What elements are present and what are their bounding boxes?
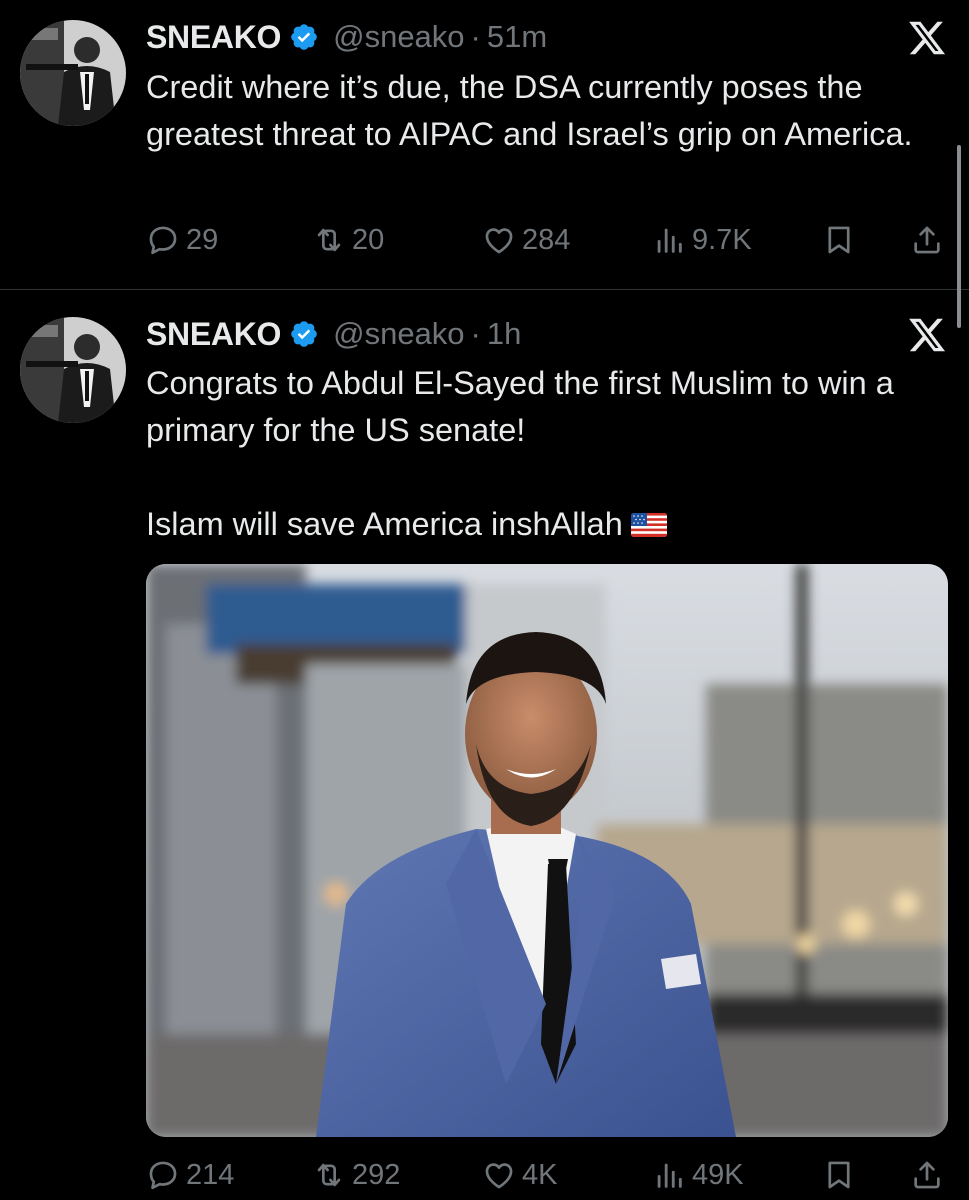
tweet-photo[interactable] xyxy=(146,564,948,1137)
retweet-count: 20 xyxy=(352,223,385,256)
retweet-icon xyxy=(312,1158,346,1192)
views-button[interactable]: 49K xyxy=(652,1153,744,1197)
share-icon xyxy=(910,223,944,257)
views-icon xyxy=(652,1158,686,1192)
like-button[interactable]: 4K xyxy=(482,1153,557,1197)
timestamp[interactable]: 1h xyxy=(487,316,521,352)
retweet-button[interactable]: 20 xyxy=(312,218,384,262)
share-button[interactable] xyxy=(910,1153,944,1197)
bookmark-button[interactable] xyxy=(822,218,856,262)
tweet-paragraph: Credit where it’s due, the DSA currently… xyxy=(146,69,913,152)
views-count: 9.7K xyxy=(692,223,752,256)
handle[interactable]: @sneako xyxy=(333,19,464,55)
tweet-paragraph-text: Islam will save America inshAllah xyxy=(146,506,623,542)
bookmark-icon xyxy=(822,1158,856,1192)
tweet[interactable]: SNEAKO @sneako · 1h Congrats to Abdul El… xyxy=(0,291,969,1200)
like-button[interactable]: 284 xyxy=(482,218,570,262)
x-logo-icon xyxy=(907,18,947,58)
retweet-icon xyxy=(312,223,346,257)
scrollbar[interactable] xyxy=(957,145,961,328)
retweet-button[interactable]: 292 xyxy=(312,1153,400,1197)
tweet-divider xyxy=(0,289,969,290)
reply-count: 29 xyxy=(186,223,219,256)
tweet-header: SNEAKO @sneako · 1h xyxy=(146,314,521,354)
verified-badge-icon xyxy=(289,319,319,349)
bookmark-icon xyxy=(822,223,856,257)
x-logo-icon xyxy=(907,315,947,355)
heart-icon xyxy=(482,1158,516,1192)
views-button[interactable]: 9.7K xyxy=(652,218,752,262)
tweet-header: SNEAKO @sneako · 51m xyxy=(146,17,547,57)
tweet[interactable]: SNEAKO @sneako · 51m Credit where it’s d… xyxy=(0,0,969,290)
display-name[interactable]: SNEAKO xyxy=(146,316,281,353)
tweet-paragraph: Congrats to Abdul El-Sayed the first Mus… xyxy=(146,365,894,448)
retweet-count: 292 xyxy=(352,1158,401,1191)
share-icon xyxy=(910,1158,944,1192)
verified-badge-icon xyxy=(289,22,319,52)
tweet-paragraph: Islam will save America inshAllah xyxy=(146,501,961,548)
reply-button[interactable]: 29 xyxy=(146,218,218,262)
action-bar: 29 20 284 9.7K xyxy=(146,218,946,262)
reply-icon xyxy=(146,223,180,257)
bookmark-button[interactable] xyxy=(822,1153,856,1197)
display-name[interactable]: SNEAKO xyxy=(146,19,281,56)
separator-dot: · xyxy=(470,316,481,351)
separator-dot: · xyxy=(470,19,481,54)
share-button[interactable] xyxy=(910,218,944,262)
like-count: 284 xyxy=(522,223,571,256)
reply-icon xyxy=(146,1158,180,1192)
heart-icon xyxy=(482,223,516,257)
reply-button[interactable]: 214 xyxy=(146,1153,234,1197)
handle[interactable]: @sneako xyxy=(333,316,464,352)
tweet-text: Credit where it’s due, the DSA currently… xyxy=(146,64,961,158)
action-bar: 214 292 4K 49K xyxy=(146,1153,946,1197)
reply-count: 214 xyxy=(186,1158,235,1191)
avatar[interactable] xyxy=(20,317,126,423)
like-count: 4K xyxy=(522,1158,558,1191)
views-icon xyxy=(652,223,686,257)
us-flag-emoji xyxy=(630,513,667,537)
avatar[interactable] xyxy=(20,20,126,126)
views-count: 49K xyxy=(692,1158,744,1191)
tweet-text: Congrats to Abdul El-Sayed the first Mus… xyxy=(146,360,961,548)
timestamp[interactable]: 51m xyxy=(487,19,547,55)
